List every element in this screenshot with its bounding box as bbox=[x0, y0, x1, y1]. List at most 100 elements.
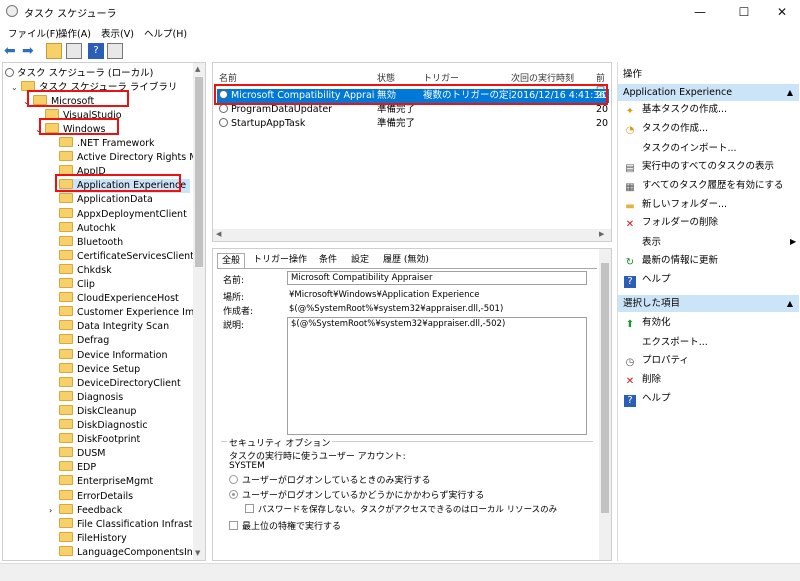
tree-subfolder[interactable]: AppxDeploymentClient bbox=[59, 207, 187, 222]
forward-arrow-icon[interactable]: ➡ bbox=[22, 43, 38, 59]
tree-subfolder-label: AppxDeploymentClient bbox=[77, 208, 187, 220]
tree-subfolder-label: CertificateServicesClient bbox=[77, 250, 194, 262]
tab-history[interactable]: 履歴 (無効) bbox=[379, 253, 433, 268]
tree-subfolder[interactable]: › Feedback bbox=[49, 503, 122, 518]
action-item[interactable]: エクスポート... bbox=[624, 335, 708, 349]
up-folder-icon[interactable] bbox=[46, 43, 62, 59]
action-label: タスクのインポート... bbox=[642, 142, 737, 154]
run-whether-logged-on-radio[interactable]: ユーザーがログオンしているかどうかにかかわらず実行する bbox=[229, 488, 484, 501]
folder-icon bbox=[59, 249, 73, 260]
column-status[interactable]: 状態 bbox=[377, 71, 395, 84]
action-item[interactable]: ? ヘルプ bbox=[624, 273, 671, 289]
folder-icon bbox=[59, 517, 73, 528]
run-only-logged-on-radio[interactable]: ユーザーがログオンしているときのみ実行する bbox=[229, 473, 431, 486]
action-item[interactable]: ▬ 新しいフォルダー... bbox=[624, 198, 727, 212]
collapse-arrow-icon[interactable]: ▲ bbox=[787, 84, 793, 101]
action-item[interactable]: ? ヘルプ bbox=[624, 392, 671, 407]
action-label: 基本タスクの作成... bbox=[642, 104, 728, 115]
scroll-down-arrow-icon[interactable]: ▼ bbox=[195, 549, 200, 557]
action-item[interactable]: ✕ フォルダーの削除 bbox=[624, 216, 718, 230]
tree-subfolder[interactable]: FileHistory bbox=[59, 531, 127, 546]
chevron-right-icon[interactable]: › bbox=[49, 504, 52, 518]
column-next-run[interactable]: 次回の実行時刻 bbox=[511, 71, 574, 84]
back-arrow-icon[interactable]: ⬅ bbox=[4, 43, 20, 59]
run-highest-privileges-checkbox[interactable]: 最上位の特権で実行する bbox=[229, 519, 341, 532]
tasklist-hscrollbar[interactable] bbox=[213, 229, 611, 241]
tree-subfolder[interactable]: CloudExperienceHost bbox=[59, 292, 179, 306]
tree-subfolder[interactable]: DUSM bbox=[59, 447, 106, 461]
folder-icon bbox=[59, 221, 73, 232]
tab-conditions[interactable]: 条件 bbox=[315, 253, 341, 268]
action-item[interactable]: ⬆ 有効化 bbox=[624, 316, 671, 330]
tree-subfolder[interactable]: .NET Framework bbox=[59, 137, 155, 151]
section-app-experience[interactable]: Application Experience ▲ bbox=[618, 84, 799, 101]
task-row[interactable]: ProgramDataUpdater 準備完了 20 bbox=[217, 103, 609, 117]
action-item[interactable]: ✦ 基本タスクの作成... bbox=[624, 103, 727, 117]
detail-scrollbar-thumb[interactable] bbox=[601, 263, 609, 513]
tree-subfolder-label: DeviceDirectoryClient bbox=[77, 377, 181, 389]
scroll-up-arrow-icon[interactable]: ▲ bbox=[195, 65, 200, 73]
tree-subfolder[interactable]: LanguageComponentsInsta bbox=[59, 545, 205, 560]
action-item[interactable]: タスクのインポート... bbox=[624, 141, 737, 155]
tree-subfolder[interactable]: File Classification Infrastruct bbox=[59, 517, 205, 532]
menu-help[interactable]: ヘルプ(H) bbox=[144, 26, 187, 40]
tab-actions[interactable]: 操作 bbox=[285, 253, 311, 268]
tree-subfolder[interactable]: Chkdsk bbox=[59, 263, 112, 278]
description-field[interactable]: $(@%SystemRoot%¥system32¥appraiser.dll,-… bbox=[287, 317, 587, 435]
action-item[interactable]: ◔ タスクの作成... bbox=[624, 122, 708, 136]
close-button[interactable]: ✕ bbox=[762, 0, 800, 24]
minimize-button[interactable]: — bbox=[680, 0, 720, 24]
tree-subfolder[interactable]: Data Integrity Scan bbox=[59, 320, 169, 334]
section-selected-item[interactable]: 選択した項目 ▲ bbox=[618, 295, 799, 312]
name-field[interactable]: Microsoft Compatibility Appraiser bbox=[287, 271, 587, 285]
scroll-left-arrow-icon[interactable]: ◀ bbox=[216, 230, 221, 238]
tree-subfolder[interactable]: Customer Experience Impro bbox=[59, 306, 205, 320]
tree-subfolder[interactable]: ErrorDetails bbox=[59, 489, 133, 504]
tree-subfolder[interactable]: Bluetooth bbox=[59, 235, 123, 250]
action-item[interactable]: ▦ すべてのタスク履歴を有効にする bbox=[624, 179, 783, 193]
scroll-right-arrow-icon[interactable]: ▶ bbox=[599, 230, 604, 238]
action-item[interactable]: ▤ 実行中のすべてのタスクの表示 bbox=[624, 160, 774, 174]
tree-subfolder[interactable]: Device Information bbox=[59, 348, 168, 363]
tree-subfolder[interactable]: Clip bbox=[59, 278, 95, 292]
column-trigger[interactable]: トリガー bbox=[423, 71, 459, 84]
action-item[interactable]: 表示 ▶ bbox=[624, 235, 796, 249]
menu-view[interactable]: 表示(V) bbox=[101, 26, 134, 40]
tree-root[interactable]: タスク スケジューラ (ローカル) bbox=[5, 67, 153, 81]
action-item[interactable]: ◷ プロパティ bbox=[624, 354, 689, 368]
menu-action[interactable]: 操作(A) bbox=[58, 26, 91, 40]
tree-subfolder[interactable]: Active Directory Rights Man bbox=[59, 151, 205, 165]
tree-subfolder[interactable]: DeviceDirectoryClient bbox=[59, 376, 181, 391]
help-icon[interactable]: ? bbox=[88, 43, 104, 59]
folder-icon bbox=[59, 461, 73, 472]
tree-subfolder[interactable]: ApplicationData bbox=[59, 193, 153, 207]
tree-subfolder[interactable]: EDP bbox=[59, 461, 96, 475]
tree-subfolder[interactable]: DiskCleanup bbox=[59, 404, 136, 419]
menu-file[interactable]: ファイル(F) bbox=[8, 26, 59, 40]
basic-task-icon: ✦ bbox=[625, 106, 635, 117]
action-item[interactable]: ↻ 最新の情報に更新 bbox=[624, 254, 718, 268]
submenu-arrow-icon: ▶ bbox=[790, 237, 797, 247]
tree-subfolder[interactable]: EnterpriseMgmt bbox=[59, 475, 153, 489]
chevron-down-icon[interactable]: ⌄ bbox=[11, 81, 21, 95]
show-hide-action-pane-icon[interactable] bbox=[107, 43, 123, 59]
tree-subfolder[interactable]: Autochk bbox=[59, 221, 116, 236]
tab-general[interactable]: 全般 bbox=[217, 253, 246, 268]
tree-subfolder[interactable]: CertificateServicesClient bbox=[59, 249, 194, 264]
do-not-store-password-checkbox[interactable]: パスワードを保存しない。タスクがアクセスできるのはローカル リソースのみ bbox=[245, 503, 595, 515]
tree-subfolder[interactable]: Diagnosis bbox=[59, 390, 123, 405]
tree-subfolder[interactable]: DiskFootprint bbox=[59, 433, 140, 447]
tree-subfolder[interactable]: Device Setup bbox=[59, 362, 140, 377]
column-name[interactable]: 名前 bbox=[219, 71, 237, 84]
collapse-arrow-icon[interactable]: ▲ bbox=[787, 295, 793, 312]
tab-settings[interactable]: 設定 bbox=[347, 253, 373, 268]
tree-subfolder[interactable]: Defrag bbox=[59, 334, 109, 348]
task-row[interactable]: StartupAppTask 準備完了 20 bbox=[217, 117, 609, 131]
action-item[interactable]: ✕ 削除 bbox=[624, 373, 661, 387]
task-name: StartupAppTask bbox=[219, 117, 375, 131]
tree-scrollbar-thumb[interactable] bbox=[195, 77, 203, 267]
folder-icon bbox=[59, 419, 73, 429]
maximize-button[interactable]: ☐ bbox=[724, 0, 764, 24]
show-hide-tree-icon[interactable] bbox=[66, 43, 82, 59]
tree-subfolder[interactable]: DiskDiagnostic bbox=[59, 419, 148, 433]
